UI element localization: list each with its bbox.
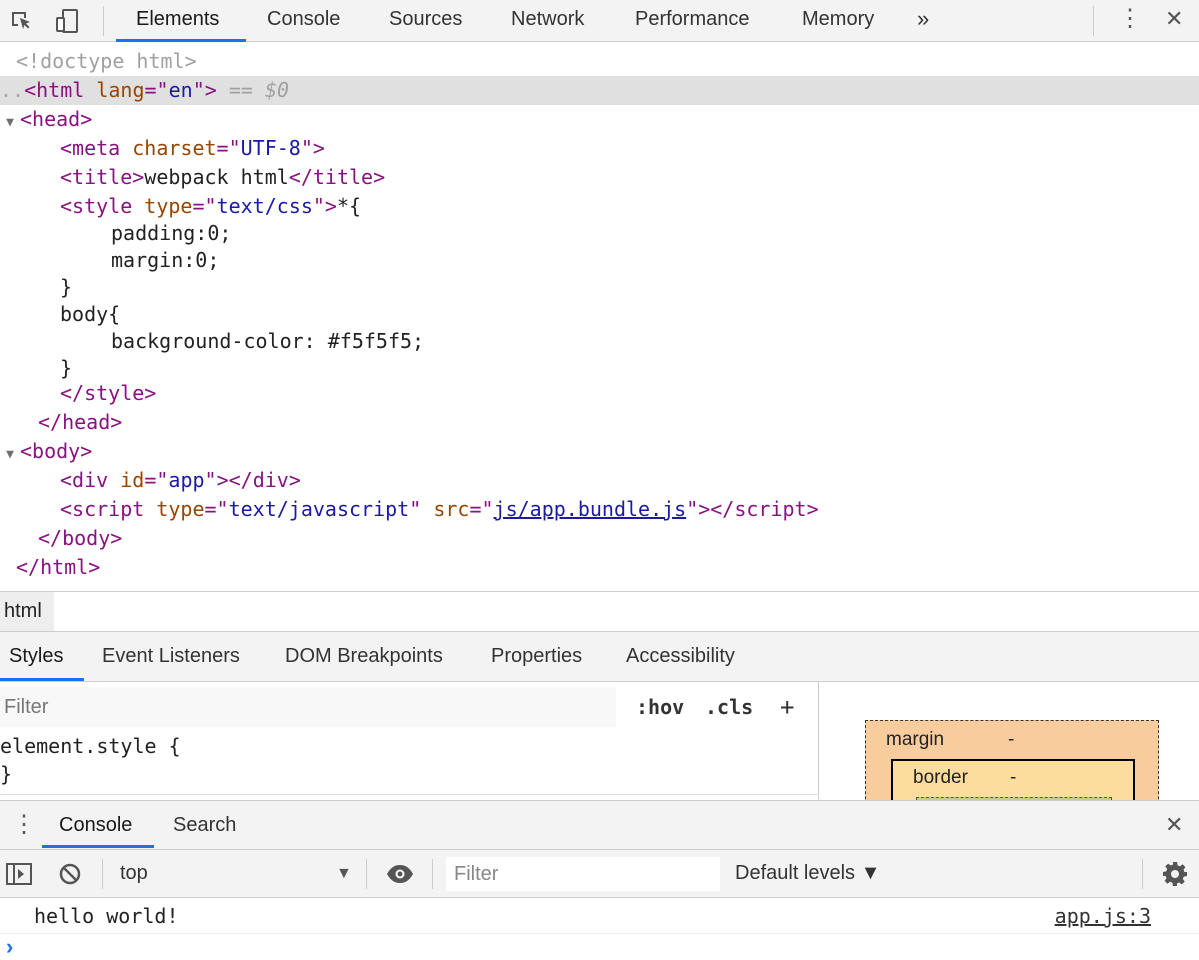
dom-node-style[interactable]: <style type="text/css">*{ [0,192,1199,221]
dom-node-meta[interactable]: <meta charset="UTF-8"> [0,134,1199,163]
sidebar-toggle-icon[interactable] [6,862,32,891]
console-source-link[interactable]: app.js:3 [1055,898,1151,934]
menu-icon[interactable]: ⋮ [1118,0,1142,41]
context-selector[interactable]: top [120,850,148,897]
toolbar-divider [103,6,104,36]
title-text: webpack html [144,165,289,189]
console-filter-input[interactable]: Filter [446,857,720,891]
css-text-line: body{ [60,302,121,326]
selected-node-marker: == $0 [228,78,290,102]
dom-node-title[interactable]: <title>webpack html</title> [0,163,1199,192]
dom-node-head-close[interactable]: </head> [0,408,1199,437]
drawer-active-tab-indicator [42,845,154,848]
style-type-value: text/css [216,194,313,218]
tab-properties[interactable]: Properties [491,632,582,681]
css-text-line: } [60,275,73,299]
console-settings-gear-icon[interactable] [1162,861,1188,892]
live-expression-eye-icon[interactable] [385,862,415,891]
dom-node-body[interactable]: ▼ <body> [0,437,1199,466]
new-style-rule-button[interactable]: + [780,687,794,727]
rule-divider [0,794,819,795]
breadcrumb: html [0,591,1199,632]
sidebar-tabs: Styles Event Listeners DOM Breakpoints P… [0,632,1199,682]
box-model-margin[interactable]: margin - border - [865,720,1159,800]
script-type-value: text/javascript [228,497,410,521]
log-levels-dropdown[interactable]: Default levels ▼ [735,850,880,897]
devtools-toolbar: Elements Console Sources Network Perform… [0,0,1199,42]
margin-value[interactable]: - [1008,729,1014,751]
css-text-line: margin:0; [111,248,220,272]
tab-elements[interactable]: Elements [136,0,219,41]
div-id-value: app [168,468,205,492]
dom-node-head[interactable]: ▼ <head> [0,105,1199,134]
tab-dom-breakpoints[interactable]: DOM Breakpoints [285,632,443,681]
prompt-chevron-icon: › [6,934,14,959]
margin-label: margin [886,729,945,750]
script-src-link[interactable]: js/app.bundle.js [494,497,687,521]
tab-console[interactable]: Console [267,0,340,41]
console-toolbar: top ▼ Filter Default levels ▼ [0,850,1199,898]
box-model-border[interactable]: border - [891,759,1135,800]
console-message: hello world! app.js:3 [0,898,1199,934]
expand-triangle-icon[interactable]: ▼ [0,108,20,137]
tab-network[interactable]: Network [511,0,584,41]
more-tabs-button[interactable]: » [917,0,929,41]
console-toolbar-divider [1142,859,1143,889]
element-style-close: } [0,762,13,786]
console-toolbar-divider [432,859,433,889]
clear-console-icon[interactable] [58,862,82,891]
sidebar-active-tab-indicator [0,678,84,681]
drawer-tabs: ⋮ Console Search ✕ [0,800,1199,850]
tab-sources[interactable]: Sources [389,0,462,41]
element-style-selector[interactable]: element.style { [0,734,181,758]
tab-event-listeners[interactable]: Event Listeners [102,632,240,681]
hov-toggle-button[interactable]: :hov [636,687,684,727]
drawer-tab-console[interactable]: Console [59,801,132,849]
device-toolbar-icon[interactable] [52,6,82,36]
context-dropdown-icon[interactable]: ▼ [336,850,352,897]
console-toolbar-divider [102,859,103,889]
inspect-element-icon[interactable] [6,6,36,36]
dom-tree: <!doctype html> ..<html lang="en"> == $0… [0,42,1199,590]
dom-node-html[interactable]: ..<html lang="en"> == $0 [0,76,1199,105]
dom-node-div[interactable]: <div id="app"></div> [0,466,1199,495]
styles-filter-bar: Filter :hov .cls + [0,687,819,727]
tab-styles[interactable]: Styles [9,632,63,681]
dom-node-script[interactable]: <script type="text/javascript" src="js/a… [0,495,1199,524]
border-label: border [913,767,968,788]
console-message-text: hello world! [34,904,179,928]
styles-pane: Filter :hov .cls + element.style { } [0,682,819,800]
cls-toggle-button[interactable]: .cls [705,687,753,727]
console-toolbar-divider [366,859,367,889]
styles-filter-input[interactable]: Filter [0,687,616,727]
css-text-line: background-color: #f5f5f5; [111,329,425,353]
drawer-close-icon[interactable]: ✕ [1165,801,1183,849]
css-text-line: padding:0; [111,221,232,245]
dom-node-html-close[interactable]: </html> [0,553,1199,582]
drawer-tab-search[interactable]: Search [173,801,236,849]
tab-performance[interactable]: Performance [635,0,750,41]
close-icon[interactable]: ✕ [1165,0,1183,41]
expand-triangle-icon[interactable]: ▼ [0,440,20,469]
tab-memory[interactable]: Memory [802,0,874,41]
border-value[interactable]: - [1010,767,1016,789]
toolbar-divider-right [1093,6,1094,36]
dom-node-doctype[interactable]: <!doctype html> [0,47,1199,76]
doctype-text: <!doctype html> [16,49,197,73]
dom-node-body-close[interactable]: </body> [0,524,1199,553]
tab-accessibility[interactable]: Accessibility [626,632,735,681]
box-model-pane: margin - border - [820,682,1199,800]
drawer-menu-icon[interactable]: ⋮ [12,801,36,849]
dom-node-style-close[interactable]: </style> [0,379,1199,408]
console-prompt[interactable]: › [0,934,1199,960]
breadcrumb-item-html[interactable]: html [0,592,54,631]
